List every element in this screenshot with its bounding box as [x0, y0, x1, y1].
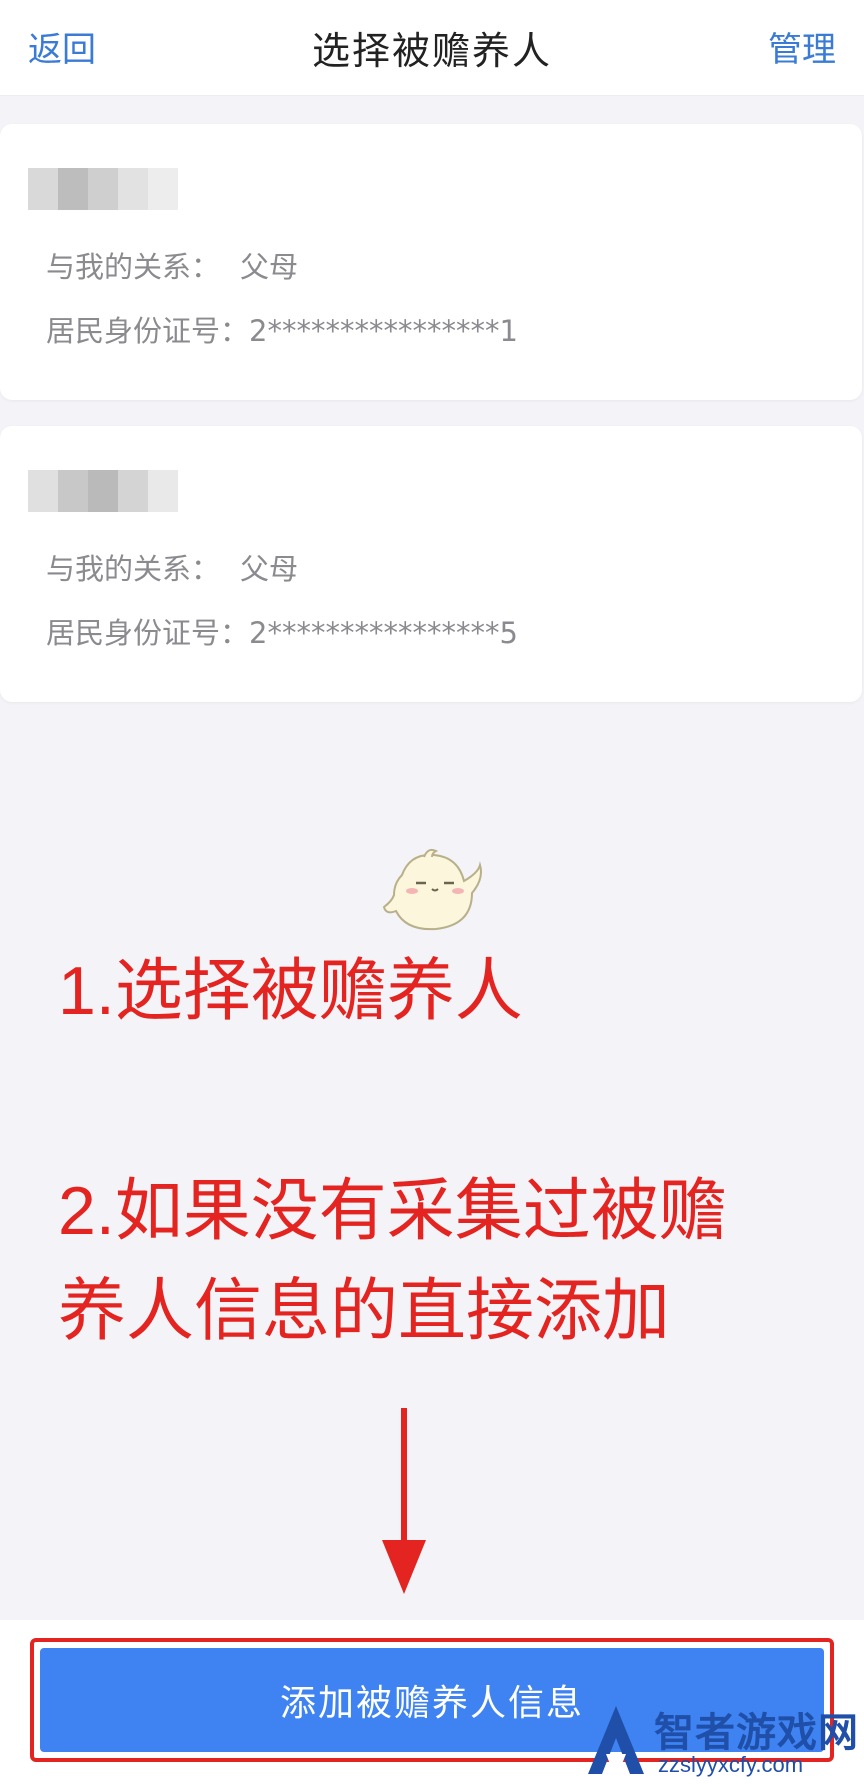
id-row: 居民身份证号：2****************5: [46, 610, 518, 652]
watermark: 智者游戏网 zzslyyxcfy.com: [584, 1700, 864, 1784]
annotation-line-3: 养人信息的直接添加: [58, 1273, 671, 1349]
annotation-line-1: 1.选择被赡养人: [58, 953, 523, 1029]
watermark-logo-icon: [588, 1706, 644, 1774]
relation-value: 父母: [240, 552, 299, 586]
relation-label: 与我的关系：: [46, 250, 221, 284]
relation-label: 与我的关系：: [46, 552, 221, 586]
blurred-name: [28, 470, 178, 512]
relation-row: 与我的关系： 父母: [46, 244, 298, 286]
dependent-card[interactable]: 与我的关系： 父母 居民身份证号：2****************5: [0, 426, 862, 702]
id-label: 居民身份证号：: [46, 314, 250, 348]
annotation-line-2: 2.如果没有采集过被赡: [58, 1173, 727, 1249]
watermark-title: 智者游戏网: [654, 1710, 859, 1756]
id-label: 居民身份证号：: [46, 616, 250, 650]
relation-row: 与我的关系： 父母: [46, 546, 298, 588]
nav-bar: 返回 选择被赡养人 管理: [0, 0, 864, 96]
dependent-card[interactable]: 与我的关系： 父母 居民身份证号：2****************1: [0, 124, 862, 400]
down-arrow-icon: [382, 1408, 426, 1594]
mascot-icon: [382, 848, 482, 931]
id-value: 2****************1: [249, 314, 518, 348]
watermark-url: zzslyyxcfy.com: [658, 1752, 804, 1777]
id-row: 居民身份证号：2****************1: [46, 308, 518, 350]
id-value: 2****************5: [249, 616, 518, 650]
page-title: 选择被赡养人: [311, 29, 552, 73]
blurred-name: [28, 168, 178, 210]
manage-button[interactable]: 管理: [768, 22, 836, 71]
relation-value: 父母: [240, 250, 299, 284]
